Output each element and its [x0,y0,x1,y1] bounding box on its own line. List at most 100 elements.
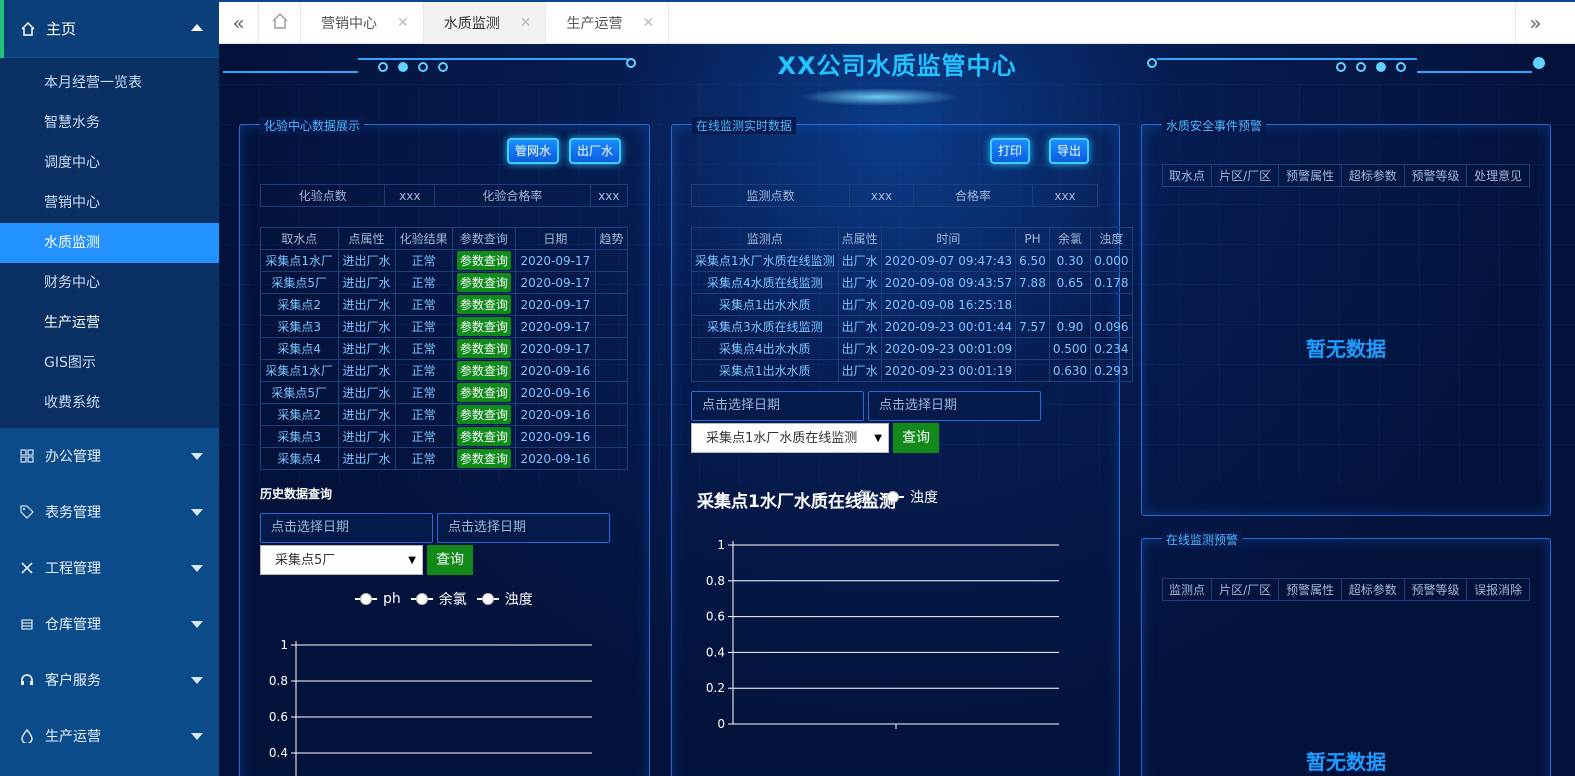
table-cell: 参数查询 [451,293,517,316]
table-row: 采集点3 进出厂水 正常 参数查询 2020-09-16 [260,425,629,448]
table-cell: 0.293 [1090,359,1133,382]
menu-engineering[interactable]: 工程管理 [0,540,219,596]
menu-home[interactable]: 主页 [0,0,219,58]
param-query-button[interactable]: 参数查询 [456,383,511,402]
y-tick-label: 0.8 [706,574,725,588]
monitor-point-select[interactable]: 采集点1水厂水质在线监测 ▼ [691,423,889,453]
close-icon[interactable]: ✕ [397,15,409,31]
table-row: 采集点4出水水质 出厂水 2020-09-23 00:01:09 0.500 0.234 [691,337,1133,360]
scroll-left-button[interactable]: « [219,1,259,44]
sidebar-item-water-quality[interactable]: 水质监测 [0,223,219,263]
sidebar-item-smart-water[interactable]: 智慧水务 [0,103,219,143]
table-cell: 参数查询 [451,337,517,360]
home-tab[interactable] [259,1,301,44]
start-date-input[interactable]: 点击选择日期 [691,391,864,421]
home-icon [20,21,36,37]
chevron-down-icon [191,509,203,516]
table-cell: 0.90 [1048,315,1092,338]
lab-point-count-label: 化验点数 [259,184,386,207]
col-header: 浊度 [1090,227,1133,250]
close-icon[interactable]: ✕ [642,15,654,31]
end-date-input[interactable]: 点击选择日期 [868,391,1041,421]
menu-customer[interactable]: 客户服务 [0,652,219,708]
param-query-button[interactable]: 参数查询 [456,251,511,270]
menu-warehouse[interactable]: 仓库管理 [0,596,219,652]
home-icon [271,11,289,35]
menu-production[interactable]: 生产运营 [0,708,219,764]
col-header: 超标参数 [1340,578,1405,601]
col-header: 超标参数 [1340,164,1405,187]
tab-label: 水质监测 [443,15,500,32]
table-cell: 进出厂水 [337,425,396,448]
legend-label: ph [383,591,401,607]
sidebar-item-production[interactable]: 生产运营 [0,303,219,343]
table-cell: 2020-09-16 [515,447,596,470]
table-cell: 参数查询 [451,447,517,470]
sidebar-item-billing[interactable]: 收费系统 [0,383,219,423]
lab-table-body: 采集点1水厂 进出厂水 正常 参数查询 2020-09-17 采集点5厂 进出厂水 正常 参数查… [260,249,629,470]
pipe-water-button[interactable]: 管网水 [507,138,560,164]
legend-ph[interactable]: ph [355,591,401,607]
chevron-down-icon [191,733,203,740]
export-button[interactable]: 导出 [1049,138,1090,164]
table-cell: 2020-09-23 00:01:09 [880,337,1017,360]
chevron-down-icon [191,565,203,572]
table-cell: 7.57 [1015,315,1050,338]
param-query-button[interactable]: 参数查询 [456,427,511,446]
table-cell: 采集点1出水水质 [691,359,839,382]
table-cell: 参数查询 [451,403,517,426]
close-icon[interactable]: ✕ [520,15,532,31]
monitor-pass-rate-label: 合格率 [913,184,1033,207]
sidebar-item-marketing[interactable]: 营销中心 [0,183,219,223]
table-cell: 采集点3水质在线监测 [691,315,839,338]
col-header: 时间 [880,227,1017,250]
table-cell [594,293,629,316]
col-header: 监测点 [691,227,839,250]
online-alert-table: 监测点 片区/厂区 预警属性 超标参数 预警等级 误报消除 [1162,578,1530,601]
sidebar-item-monthly-overview[interactable]: 本月经营一览表 [0,63,219,103]
scroll-right-button[interactable]: » [1515,2,1555,44]
menu-meter-label: 表务管理 [45,505,101,521]
lab-point-select[interactable]: 采集点5厂 ▼ [260,545,423,575]
param-query-button[interactable]: 参数查询 [456,273,511,292]
table-cell: 正常 [394,425,453,448]
tab-production[interactable]: 生产运营 ✕ [546,1,670,44]
tab-marketing[interactable]: 营销中心 ✕ [301,1,424,44]
legend-turbidity[interactable]: 浊度 [882,487,938,507]
lab-query-button[interactable]: 查询 [427,545,473,575]
legend-chlorine[interactable]: 余氯 [410,589,467,609]
online-alert-panel-title: 在线监测预警 [1162,531,1243,548]
table-cell: 参数查询 [451,249,517,272]
table-row: 采集点5厂 进出厂水 正常 参数查询 2020-09-17 [260,271,629,294]
tools-icon [19,560,35,576]
param-query-button[interactable]: 参数查询 [456,317,511,336]
online-query-button[interactable]: 查询 [893,423,939,453]
table-cell: 2020-09-16 [515,403,596,426]
table-cell: 进出厂水 [337,337,396,360]
table-cell [1015,337,1050,360]
param-query-button[interactable]: 参数查询 [456,339,511,358]
tab-water-quality[interactable]: 水质监测 ✕ [423,1,547,44]
sidebar-item-gis[interactable]: GIS图示 [0,343,219,383]
sidebar-item-dispatch[interactable]: 调度中心 [0,143,219,183]
legend-turbidity[interactable]: 浊度 [476,589,533,609]
menu-meter[interactable]: 表务管理 [0,484,219,540]
sidebar-item-finance[interactable]: 财务中心 [0,263,219,303]
print-button[interactable]: 打印 [990,138,1031,164]
table-cell [1048,293,1092,316]
alert-panel: 水质安全事件预警 取水点 片区/厂区 预警属性 超标参数 预警等级 处理意见 暂… [1141,117,1551,516]
end-date-input[interactable]: 点击选择日期 [437,513,610,543]
table-cell: 正常 [394,403,453,426]
start-date-input[interactable]: 点击选择日期 [260,513,433,543]
history-query-title: 历史数据查询 [260,487,333,501]
outlet-water-button[interactable]: 出厂水 [569,138,622,164]
param-query-button[interactable]: 参数查询 [456,405,511,424]
param-query-button[interactable]: 参数查询 [456,361,511,380]
param-query-button[interactable]: 参数查询 [456,449,511,468]
chevron-up-icon[interactable] [191,24,203,31]
monitor-pass-rate-value: xxx [1032,184,1098,207]
menu-warehouse-label: 仓库管理 [45,617,101,633]
online-realtime-chart: 1 0.8 0.6 0.4 0.2 0 [706,538,1059,731]
param-query-button[interactable]: 参数查询 [456,295,511,314]
menu-office[interactable]: 办公管理 [0,428,219,484]
